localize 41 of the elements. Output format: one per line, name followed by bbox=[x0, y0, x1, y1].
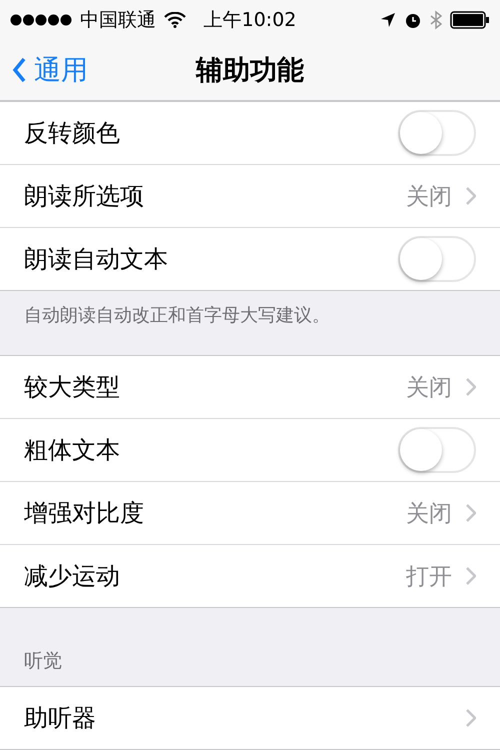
carrier-name: 中国联通 bbox=[80, 8, 156, 33]
location-icon bbox=[380, 12, 396, 28]
section-footer: 自动朗读自动改正和首字母大写建议。 bbox=[0, 291, 500, 339]
settings-row[interactable]: 减少运动 打开 bbox=[0, 544, 500, 607]
settings-row[interactable]: 朗读所选项 关闭 bbox=[0, 164, 500, 227]
settings-row[interactable]: 反转颜色 bbox=[0, 102, 500, 164]
row-label: 朗读自动文本 bbox=[24, 244, 169, 275]
settings-row[interactable]: 较大类型 关闭 bbox=[0, 356, 500, 418]
chevron-icon bbox=[466, 378, 476, 396]
bluetooth-icon bbox=[430, 10, 442, 30]
row-label: 减少运动 bbox=[24, 561, 121, 592]
chevron-icon bbox=[466, 567, 476, 585]
back-chevron-icon bbox=[12, 57, 26, 83]
row-label: 粗体文本 bbox=[24, 435, 121, 466]
row-label: 增强对比度 bbox=[24, 498, 145, 529]
settings-row[interactable]: 增强对比度 关闭 bbox=[0, 481, 500, 544]
back-button[interactable]: 通用 bbox=[12, 52, 88, 88]
status-time: 上午10:02 bbox=[204, 8, 296, 33]
settings-row[interactable]: 助听器 bbox=[0, 687, 500, 749]
battery-icon bbox=[450, 11, 490, 29]
settings-row[interactable]: 朗读自动文本 bbox=[0, 227, 500, 290]
alarm-icon bbox=[404, 11, 422, 29]
row-label: 反转颜色 bbox=[24, 118, 121, 149]
row-label: 朗读所选项 bbox=[24, 181, 145, 212]
signal-icon bbox=[10, 14, 72, 26]
row-value: 关闭 bbox=[406, 374, 452, 402]
settings-row[interactable]: 粗体文本 bbox=[0, 418, 500, 481]
wifi-icon bbox=[164, 12, 186, 28]
row-value: 打开 bbox=[406, 562, 452, 592]
row-label: 较大类型 bbox=[24, 372, 121, 403]
chevron-icon bbox=[466, 709, 476, 727]
page-title: 辅助功能 bbox=[196, 54, 304, 88]
toggle-switch[interactable] bbox=[398, 110, 476, 156]
toggle-switch[interactable] bbox=[398, 236, 476, 282]
row-label: 助听器 bbox=[24, 703, 97, 734]
chevron-icon bbox=[466, 504, 476, 522]
row-value: 关闭 bbox=[406, 500, 452, 528]
toggle-switch[interactable] bbox=[398, 427, 476, 473]
row-value: 关闭 bbox=[406, 182, 452, 212]
chevron-icon bbox=[466, 187, 476, 205]
section-header: 听觉 bbox=[23, 649, 63, 674]
